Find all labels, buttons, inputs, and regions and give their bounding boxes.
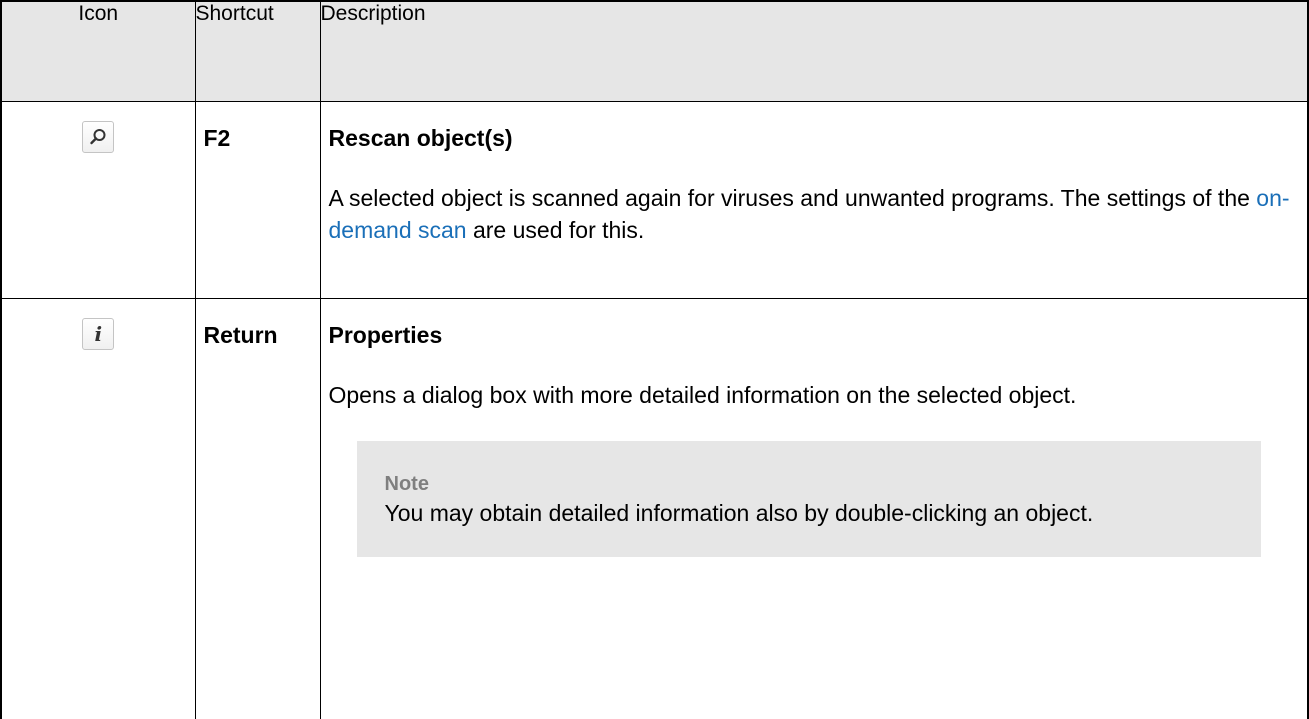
description-text-start: A selected object is scanned again for v… [328, 184, 1257, 211]
shortcut-cell: F2 [194, 100, 321, 299]
icon-cell [0, 100, 196, 299]
table-header-row: Icon Shortcut Description [0, 0, 1309, 102]
search-icon[interactable] [82, 120, 115, 153]
description-title: Rescan object(s) [328, 124, 513, 151]
header-icon: Icon [0, 0, 196, 102]
shortcut-cell: Return [194, 297, 321, 719]
table-row: i Return Properties Opens a dialog box w… [0, 297, 1309, 719]
description-text: Opens a dialog box with more detailed in… [328, 381, 1077, 408]
description-cell: Properties Opens a dialog box with more … [319, 297, 1309, 719]
note-text: You may obtain detailed information also… [384, 499, 1094, 526]
table-row: F2 Rescan object(s) A selected object is… [0, 100, 1309, 299]
description-text: A selected object is scanned again for v… [329, 182, 1296, 246]
note-label: Note [384, 472, 429, 495]
description-text-end: are used for this. [466, 216, 645, 243]
shortcut-table: Icon Shortcut Description F2 Rescan obje… [0, 0, 1309, 719]
description-title: Properties [328, 321, 443, 348]
header-shortcut: Shortcut [194, 0, 321, 102]
icon-cell: i [0, 297, 196, 719]
note-box: Note You may obtain detailed information… [356, 440, 1261, 557]
shortcut-key: Return [203, 321, 278, 348]
header-description: Description [319, 0, 1309, 102]
description-cell: Rescan object(s) A selected object is sc… [319, 100, 1309, 299]
page: Icon Shortcut Description F2 Rescan obje… [0, 0, 1309, 719]
shortcut-key: F2 [203, 124, 231, 151]
info-icon[interactable]: i [82, 317, 115, 350]
